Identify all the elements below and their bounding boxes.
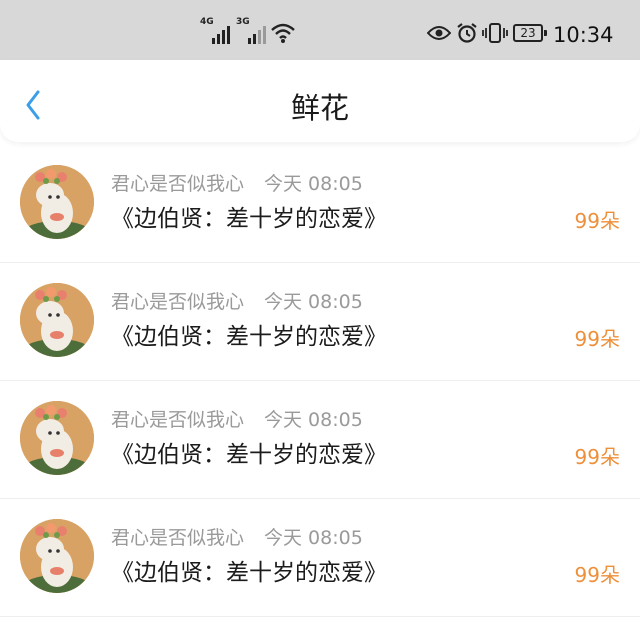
wifi-icon [271,23,295,43]
clock-time: 10:34 [553,23,614,47]
flower-count: 99朵 [574,445,620,469]
flower-count: 99朵 [574,327,620,351]
sender-name[interactable]: 君心是否似我心 [111,291,244,313]
flower-count: 99朵 [574,563,620,587]
status-bar: 4G 3G 23 10:34 [0,0,640,60]
avatar[interactable] [20,519,94,593]
vibrate-icon [482,23,508,43]
list-item[interactable]: 君心是否似我心 今天 08:05 《边伯贤：差十岁的恋爱》 99朵 [0,381,640,499]
signal-icon: 3G [236,18,266,44]
timestamp: 今天 08:05 [264,173,363,195]
chevron-left-icon[interactable] [16,84,52,120]
timestamp: 今天 08:05 [264,527,363,549]
timestamp: 今天 08:05 [264,291,363,313]
sender-name[interactable]: 君心是否似我心 [111,527,244,549]
back-button[interactable] [16,84,52,120]
book-title[interactable]: 《边伯贤：差十岁的恋爱》 [111,557,387,589]
avatar[interactable] [20,283,94,357]
list-item[interactable]: 君心是否似我心 今天 08:05 《边伯贤：差十岁的恋爱》 99朵 [0,145,640,263]
message-meta: 君心是否似我心 今天 08:05 [111,408,363,432]
timestamp: 今天 08:05 [264,409,363,431]
list-item[interactable]: 君心是否似我心 今天 08:05 《边伯贤：差十岁的恋爱》 99朵 [0,263,640,381]
message-meta: 君心是否似我心 今天 08:05 [111,290,363,314]
message-meta: 君心是否似我心 今天 08:05 [111,526,363,550]
flower-list: 君心是否似我心 今天 08:05 《边伯贤：差十岁的恋爱》 99朵 君心是否似我… [0,145,640,617]
list-item[interactable]: 君心是否似我心 今天 08:05 《边伯贤：差十岁的恋爱》 99朵 [0,499,640,617]
flower-count: 99朵 [574,209,620,233]
page-title: 鲜花 [290,91,349,125]
book-title[interactable]: 《边伯贤：差十岁的恋爱》 [111,439,387,471]
book-title[interactable]: 《边伯贤：差十岁的恋爱》 [111,203,387,235]
avatar[interactable] [20,165,94,239]
header: 鲜花 [0,60,640,142]
sender-name[interactable]: 君心是否似我心 [111,173,244,195]
alarm-icon [457,23,477,43]
signal-icon: 4G [200,18,230,44]
avatar[interactable] [20,401,94,475]
network-label: 3G [236,17,250,27]
sender-name[interactable]: 君心是否似我心 [111,409,244,431]
battery-icon: 23 [513,24,547,42]
book-title[interactable]: 《边伯贤：差十岁的恋爱》 [111,321,387,353]
message-meta: 君心是否似我心 今天 08:05 [111,172,363,196]
eye-icon [427,26,451,40]
network-label: 4G [200,17,214,27]
